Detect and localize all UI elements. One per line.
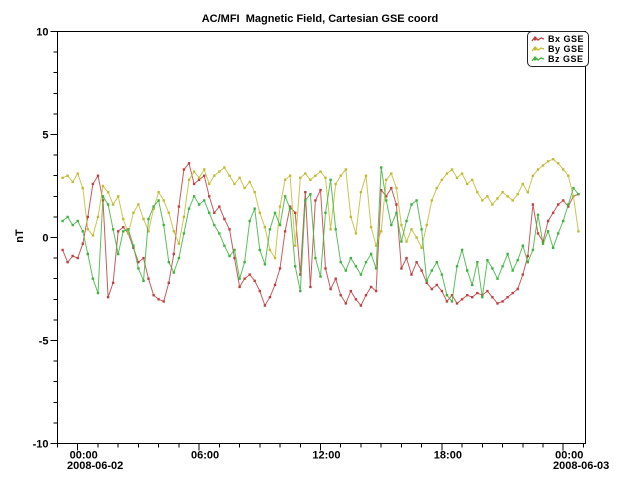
- plot-figure: AC/MFI Magnetic Field, Cartesian GSE coo…: [0, 0, 640, 480]
- legend-item-by: By GSE: [531, 44, 584, 54]
- legend-label-bz: Bz GSE: [548, 54, 584, 64]
- legend-item-bz: Bz GSE: [531, 54, 584, 64]
- legend-label-by: By GSE: [548, 44, 584, 54]
- series-bz-gse: [61, 166, 579, 302]
- series-markers-bz-gse: [61, 166, 579, 302]
- plot-frame: [58, 32, 586, 444]
- by-line-sample-icon: [531, 45, 545, 54]
- x-tick-label: 12:00: [312, 450, 340, 462]
- y-tick-label: 0: [42, 233, 48, 245]
- series-line-bx-gse: [63, 163, 579, 305]
- legend-box: Bx GSE By GSE Bz GSE: [527, 31, 589, 67]
- series-markers-by-gse: [61, 158, 579, 259]
- y-tick-label: -5: [39, 336, 49, 348]
- x-axis-start-date: 2008-06-02: [67, 460, 123, 472]
- y-tick-label: -10: [33, 439, 49, 451]
- x-tick-label: 18:00: [434, 450, 462, 462]
- chart-canvas: -10-5051000:0006:0012:0018:0000:00: [0, 0, 640, 480]
- series-bx-gse: [61, 162, 579, 307]
- series-line-bz-gse: [63, 168, 579, 302]
- bx-line-sample-icon: [531, 35, 545, 44]
- x-axis-end-date: 2008-06-03: [553, 460, 609, 472]
- y-tick-label: 10: [36, 27, 48, 39]
- series-markers-bx-gse: [61, 162, 579, 307]
- y-tick-label: 5: [42, 130, 48, 142]
- series-by-gse: [61, 158, 579, 259]
- bz-line-sample-icon: [531, 55, 545, 64]
- x-tick-label: 06:00: [191, 450, 219, 462]
- series-line-by-gse: [63, 159, 579, 258]
- legend-item-bx: Bx GSE: [531, 34, 584, 44]
- legend-label-bx: Bx GSE: [548, 34, 584, 44]
